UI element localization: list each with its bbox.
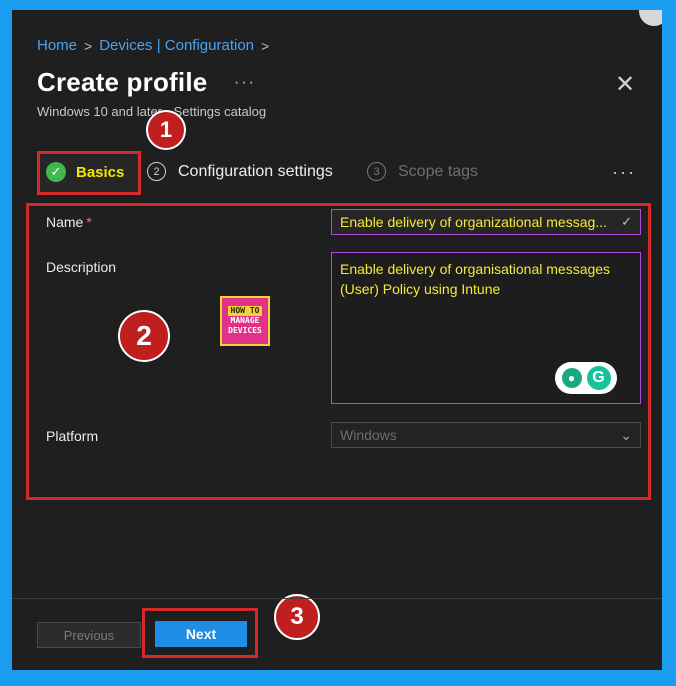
step-number-icon: 2 xyxy=(147,162,166,181)
close-icon[interactable]: ✕ xyxy=(612,72,638,98)
tabs-more-icon[interactable]: ··· xyxy=(612,162,636,183)
platform-label: Platform xyxy=(46,428,99,444)
step-number-icon: 3 xyxy=(367,162,386,181)
platform-select[interactable]: Windows ⌄ xyxy=(331,422,641,448)
logo-line-1: HOW TO xyxy=(227,306,263,316)
grammarly-logo-icon: G xyxy=(586,366,611,390)
check-icon: ✓ xyxy=(46,162,66,182)
chevron-right-icon: > xyxy=(84,37,93,54)
tab-basics-label: Basics xyxy=(76,163,125,181)
name-label: Name * xyxy=(46,214,92,230)
description-label: Description xyxy=(46,259,117,275)
create-profile-panel: Home > Devices | Configuration > Create … xyxy=(12,10,662,670)
tab-configuration-settings-label: Configuration settings xyxy=(178,162,333,180)
name-label-text: Name xyxy=(46,214,84,230)
tab-basics[interactable]: ✓ Basics xyxy=(46,162,124,182)
tab-scope-tags[interactable]: 3 Scope tags xyxy=(367,162,478,181)
how-to-manage-devices-logo: HOW TO MANAGE DEVICES xyxy=(220,296,270,346)
breadcrumb: Home > Devices | Configuration > xyxy=(37,37,276,54)
name-input[interactable]: Enable delivery of organizational messag… xyxy=(331,209,641,235)
footer-divider xyxy=(12,598,662,599)
callout-badge-1: 1 xyxy=(146,110,186,150)
chevron-down-icon: ⌄ xyxy=(620,426,632,443)
name-input-value: Enable delivery of organizational messag… xyxy=(340,214,607,230)
page-title: Create profile xyxy=(37,67,208,97)
previous-button[interactable]: Previous xyxy=(37,622,141,648)
logo-line-3: DEVICES xyxy=(228,326,262,335)
description-value: Enable delivery of organisational messag… xyxy=(340,261,611,297)
breadcrumb-devices-configuration-link[interactable]: Devices | Configuration xyxy=(99,37,254,54)
logo-line-2: MANAGE xyxy=(230,316,260,325)
tab-scope-tags-label: Scope tags xyxy=(398,162,479,180)
corner-circle-icon xyxy=(639,10,662,26)
valid-check-icon: ✓ xyxy=(621,214,632,229)
platform-select-value: Windows xyxy=(340,427,397,443)
next-button[interactable]: Next xyxy=(155,621,247,647)
required-mark: * xyxy=(86,214,92,230)
grammarly-widget[interactable]: ● G xyxy=(555,362,617,394)
callout-badge-2: 2 xyxy=(118,310,170,362)
lightbulb-icon: ● xyxy=(561,368,582,388)
callout-badge-3: 3 xyxy=(274,594,320,640)
more-options-icon[interactable]: ··· xyxy=(234,74,256,92)
breadcrumb-home-link[interactable]: Home xyxy=(37,37,77,54)
tab-configuration-settings[interactable]: 2 Configuration settings xyxy=(147,162,333,181)
wizard-tabs: ✓ Basics 2 Configuration settings 3 Scop… xyxy=(37,148,652,200)
chevron-right-icon: > xyxy=(261,37,270,54)
